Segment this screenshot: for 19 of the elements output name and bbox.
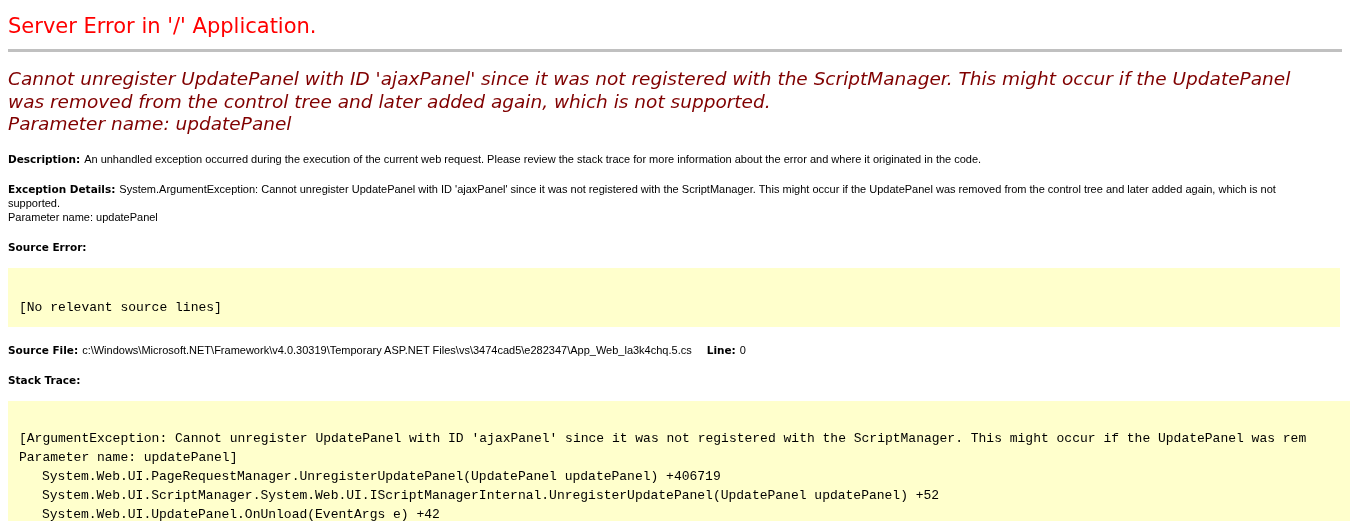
exception-parameter: Parameter name: updatePanel (8, 209, 158, 224)
stack-trace-label: Stack Trace: (8, 373, 81, 386)
stack-frame-line: System.Web.UI.PageRequestManager.UnregisterUpdatePanel(UpdatePanel updatePanel) +406719 (41, 467, 721, 486)
line-label: Line: (706, 343, 736, 356)
stack-frame-line: System.Web.UI.UpdatePanel.OnUnload(EventArgs e) +42 (41, 505, 440, 521)
error-parameter: Parameter name: updatePanel (8, 113, 292, 136)
stack-message-line: [ArgumentException: Cannot unregister UpdatePanel with ID 'ajaxPanel' since it was not registered with the ScriptManager. This might occur if the UpdatePanel was rem (19, 429, 1307, 448)
description-label: Description: (8, 152, 81, 165)
stack-frame-line: System.Web.UI.ScriptManager.System.Web.UI.IScriptManagerInternal.UnregisterUpdatePanel(UpdatePanel updatePanel) +52 (41, 486, 940, 505)
exception-details-text: Exception Details: System.ArgumentException: Cannot unregister UpdatePanel with ID 'ajaxPanel' since it was not registered with the ScriptManager. This might occur if the UpdatePanel was removed from the control tree and later added again, which is not supported. (8, 181, 1277, 210)
stack-message-line: Parameter name: updatePanel] (19, 448, 238, 467)
page-title: Server Error in '/' Application. (8, 13, 317, 40)
source-error-label: Source Error: (8, 240, 87, 253)
source-file-label: Source File: (8, 343, 79, 356)
source-line: [No relevant source lines] (19, 298, 222, 317)
error-message: Cannot unregister UpdatePanel with ID 'ajaxPanel' since it was not registered with the ScriptManager. This might occur if the UpdatePanel was removed from the control tree and later added again, which is not supported. (8, 68, 1292, 113)
description-text: An unhandled exception occurred during the execution of the current web request. Please review the stack trace for more information about the error and where it originated in the code. (84, 152, 982, 165)
source-file-path: c:\Windows\Microsoft.NET\Framework\v4.0.30319\Temporary ASP.NET Files\vs\3474cad5\e282347\App_Web_la3k4chq.5.cs (82, 343, 692, 356)
line-number: 0 (739, 343, 746, 356)
